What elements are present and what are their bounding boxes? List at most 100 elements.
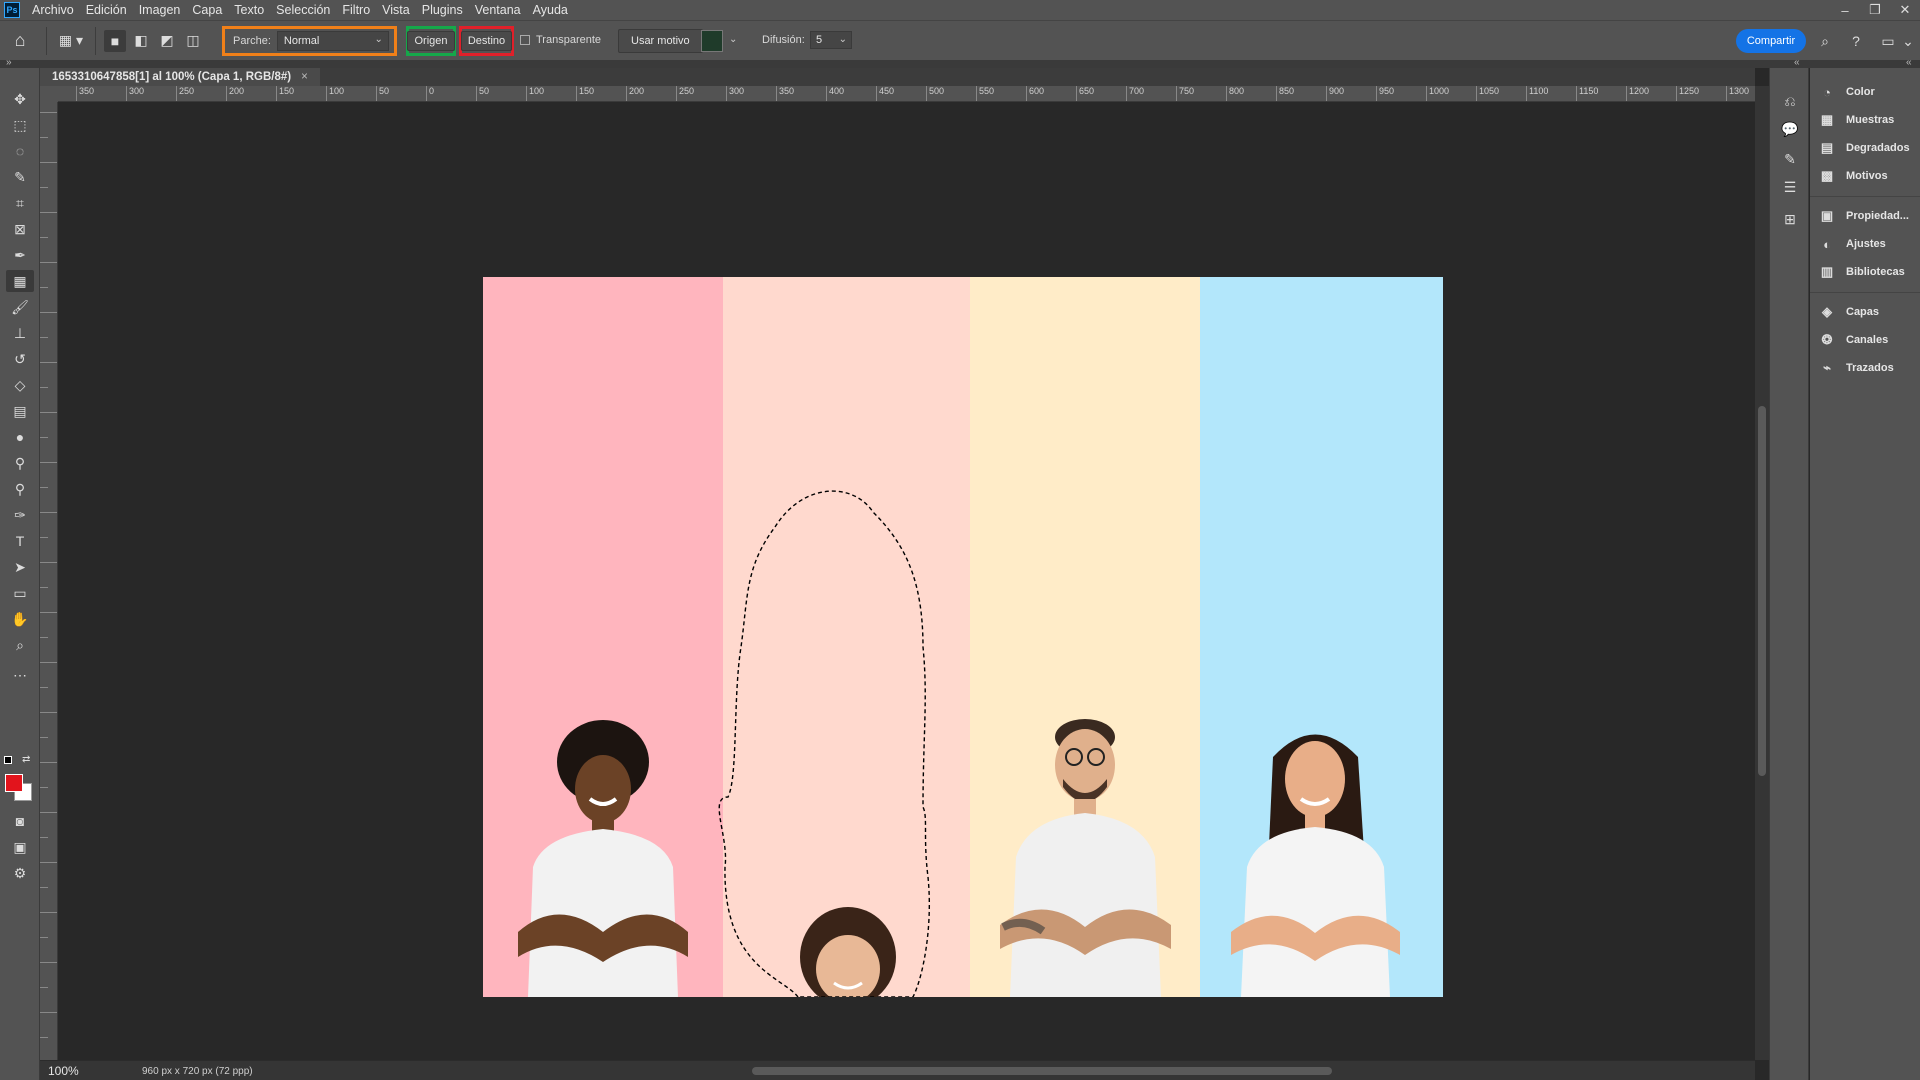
home-icon[interactable]: ⌂ <box>0 21 40 61</box>
subtract-selection-icon[interactable]: ◩ <box>156 30 178 52</box>
swap-colors-icon[interactable]: ⇄ <box>22 754 30 765</box>
document-info[interactable]: 960 px x 720 px (72 ppp) <box>142 1066 253 1077</box>
pattern-swatch[interactable] <box>701 30 723 52</box>
collapse-panels-icon[interactable]: « <box>1794 57 1800 68</box>
menu-filtro[interactable]: Filtro <box>336 0 376 20</box>
panel-swatches[interactable]: ▦ Muestras <box>1818 108 1894 132</box>
history-brush-tool-icon[interactable]: ↺ <box>6 348 34 370</box>
patch-tool-preset-icon[interactable]: ▦ ▾ <box>53 28 89 54</box>
panel-gradients[interactable]: ▤ Degradados <box>1818 136 1910 160</box>
chevron-down-icon: ⌄ <box>838 34 847 45</box>
patch-mode-select[interactable]: Normal ⌄ <box>276 31 389 51</box>
more-tools-icon[interactable]: ⋯ <box>6 664 34 686</box>
menu-texto[interactable]: Texto <box>228 0 270 20</box>
marquee-tool-icon[interactable]: ⬚ <box>6 114 34 136</box>
horizontal-scroll-thumb[interactable] <box>752 1067 1332 1075</box>
type-tool-icon[interactable]: T <box>6 530 34 552</box>
brush-tool-icon[interactable]: 🖌 <box>6 296 34 318</box>
adjustments-sliders-icon[interactable]: ☰ <box>1778 176 1802 198</box>
transparent-option[interactable]: Transparente <box>520 34 601 46</box>
minimize-icon[interactable]: – <box>1830 0 1860 20</box>
lasso-tool-icon[interactable]: ◌ <box>6 140 34 162</box>
menu-edicion[interactable]: Edición <box>80 0 133 20</box>
menu-capa[interactable]: Capa <box>186 0 228 20</box>
move-tool-icon[interactable]: ✥ <box>6 88 34 110</box>
menu-vista[interactable]: Vista <box>376 0 416 20</box>
canvas-area[interactable] <box>58 102 1755 1060</box>
add-selection-icon[interactable]: ◧ <box>130 30 152 52</box>
source-button[interactable]: Origen <box>407 31 455 51</box>
new-selection-icon[interactable]: ■ <box>104 29 126 52</box>
document-image[interactable] <box>483 277 1443 997</box>
zoom-tool-icon[interactable]: ⌕ <box>6 634 34 656</box>
rectangle-tool-icon[interactable]: ▭ <box>6 582 34 604</box>
source-option-highlight: Origen <box>406 26 456 56</box>
panel-properties[interactable]: ▣ Propiedad... <box>1818 204 1909 228</box>
menu-plugins[interactable]: Plugins <box>416 0 469 20</box>
zoom-level[interactable]: 100% <box>48 1064 79 1078</box>
restore-icon[interactable]: ❐ <box>1860 0 1890 20</box>
paths-icon: ⌁ <box>1823 360 1831 375</box>
panel-color[interactable]: ◔ Color <box>1818 80 1875 104</box>
clone-stamp-tool-icon[interactable]: ⊥ <box>6 322 34 344</box>
panel-libraries[interactable]: ▥ Bibliotecas <box>1818 260 1905 284</box>
use-pattern-button[interactable]: Usar motivo <box>618 29 703 53</box>
eraser-tool-icon[interactable]: ◇ <box>6 374 34 396</box>
collapse-dock-icon[interactable]: « <box>1906 57 1912 68</box>
foreground-color-swatch[interactable] <box>5 774 23 792</box>
panel-label: Motivos <box>1846 170 1888 182</box>
menu-ventana[interactable]: Ventana <box>469 0 527 20</box>
menu-archivo[interactable]: Archivo <box>26 0 80 20</box>
pattern-grid-icon: ▩ <box>1820 168 1834 183</box>
eyedropper-tool-icon[interactable]: ✒ <box>6 244 34 266</box>
diffusion-value: 5 <box>816 34 823 46</box>
help-icon[interactable]: ? <box>1846 31 1866 51</box>
vertical-scrollbar[interactable] <box>1755 86 1769 1060</box>
ruler-tick <box>40 262 57 263</box>
transparent-checkbox[interactable] <box>520 35 530 45</box>
menu-ayuda[interactable]: Ayuda <box>527 0 574 20</box>
close-icon[interactable]: × <box>301 71 308 83</box>
edit-toolbar-icon[interactable]: ⚙ <box>6 862 34 884</box>
destination-button[interactable]: Destino <box>460 31 513 51</box>
chevron-down-icon[interactable]: ⌄ <box>729 34 737 45</box>
close-icon[interactable]: ✕ <box>1890 0 1920 20</box>
gradient-tool-icon[interactable]: ▤ <box>6 400 34 422</box>
workspace-icon[interactable]: ▭ <box>1878 31 1898 51</box>
patch-tool-icon[interactable]: ▦ <box>6 270 34 292</box>
frame-tool-icon[interactable]: ⊠ <box>6 218 34 240</box>
panel-channels[interactable]: ❂ Canales <box>1818 328 1889 352</box>
path-selection-tool-icon[interactable]: ➤ <box>6 556 34 578</box>
hand-tool-icon[interactable]: ✋ <box>6 608 34 630</box>
ruler-tick-label: 500 <box>926 86 944 101</box>
search-icon[interactable]: ⌕ <box>1815 31 1835 51</box>
blur-tool-icon[interactable]: ● <box>6 426 34 448</box>
brush-settings-icon[interactable]: ✎ <box>1778 148 1802 170</box>
quick-mask-icon[interactable]: ◙ <box>6 810 34 832</box>
panel-patterns[interactable]: ▩ Motivos <box>1818 164 1888 188</box>
panel-adjustments[interactable]: ◐ Ajustes <box>1818 232 1886 256</box>
chevron-down-icon[interactable]: ⌄ <box>1898 31 1918 51</box>
document-tab[interactable]: 1653310647858[1] al 100% (Capa 1, RGB/8#… <box>40 68 320 86</box>
quick-selection-tool-icon[interactable]: ✎ <box>6 166 34 188</box>
ruler-tick <box>40 787 48 788</box>
pen-tool-icon[interactable]: ✑ <box>6 504 34 526</box>
diffusion-select[interactable]: 5 ⌄ <box>810 31 852 49</box>
screen-mode-icon[interactable]: ▣ <box>6 836 34 858</box>
panel-layers[interactable]: ◈ Capas <box>1818 300 1879 324</box>
vertical-scroll-thumb[interactable] <box>1758 406 1766 776</box>
history-panel-icon[interactable]: ⎌ <box>1778 90 1802 112</box>
crop-tool-icon[interactable]: ⌗ <box>6 192 34 214</box>
expand-toolbar-icon[interactable]: » <box>6 57 12 68</box>
character-panel-icon[interactable]: ⊞ <box>1778 208 1802 230</box>
share-button[interactable]: Compartir <box>1736 29 1806 53</box>
default-colors-icon[interactable] <box>4 756 12 764</box>
comments-panel-icon[interactable]: 💬 <box>1778 118 1802 140</box>
zoom-lens-tool-icon[interactable]: ⚲ <box>6 478 34 500</box>
menu-seleccion[interactable]: Selección <box>270 0 336 20</box>
intersect-selection-icon[interactable]: ◫ <box>182 30 204 52</box>
ruler-tick <box>40 462 57 463</box>
dodge-tool-icon[interactable]: ⚲ <box>6 452 34 474</box>
menu-imagen[interactable]: Imagen <box>133 0 187 20</box>
panel-paths[interactable]: ⌁ Trazados <box>1818 356 1894 380</box>
